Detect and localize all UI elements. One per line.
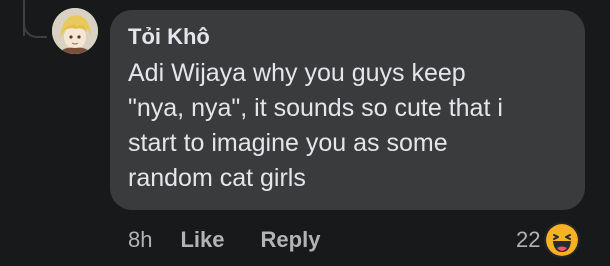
comment-timestamp[interactable]: 8h (128, 227, 152, 253)
thread-connector-curve (23, 20, 47, 38)
comment-text: Adi Wijaya why you guys keep "nya, nya",… (128, 59, 503, 192)
reaction-count: 22 (516, 227, 541, 252)
comment-bubble: Tỏi Khô Adi Wijaya why you guys keep "ny… (110, 10, 585, 210)
comment-actions: 8h Like Reply (128, 222, 356, 258)
avatar[interactable] (52, 8, 98, 54)
haha-emoji-icon (544, 222, 581, 258)
reply-button[interactable]: Reply (261, 227, 321, 253)
reaction-summary[interactable]: 22 (516, 222, 581, 258)
comment-thread: Tỏi Khô Adi Wijaya why you guys keep "ny… (0, 0, 610, 266)
like-button[interactable]: Like (180, 227, 224, 253)
avatar-image-icon (52, 8, 98, 54)
comment-author[interactable]: Tỏi Khô (128, 24, 567, 50)
